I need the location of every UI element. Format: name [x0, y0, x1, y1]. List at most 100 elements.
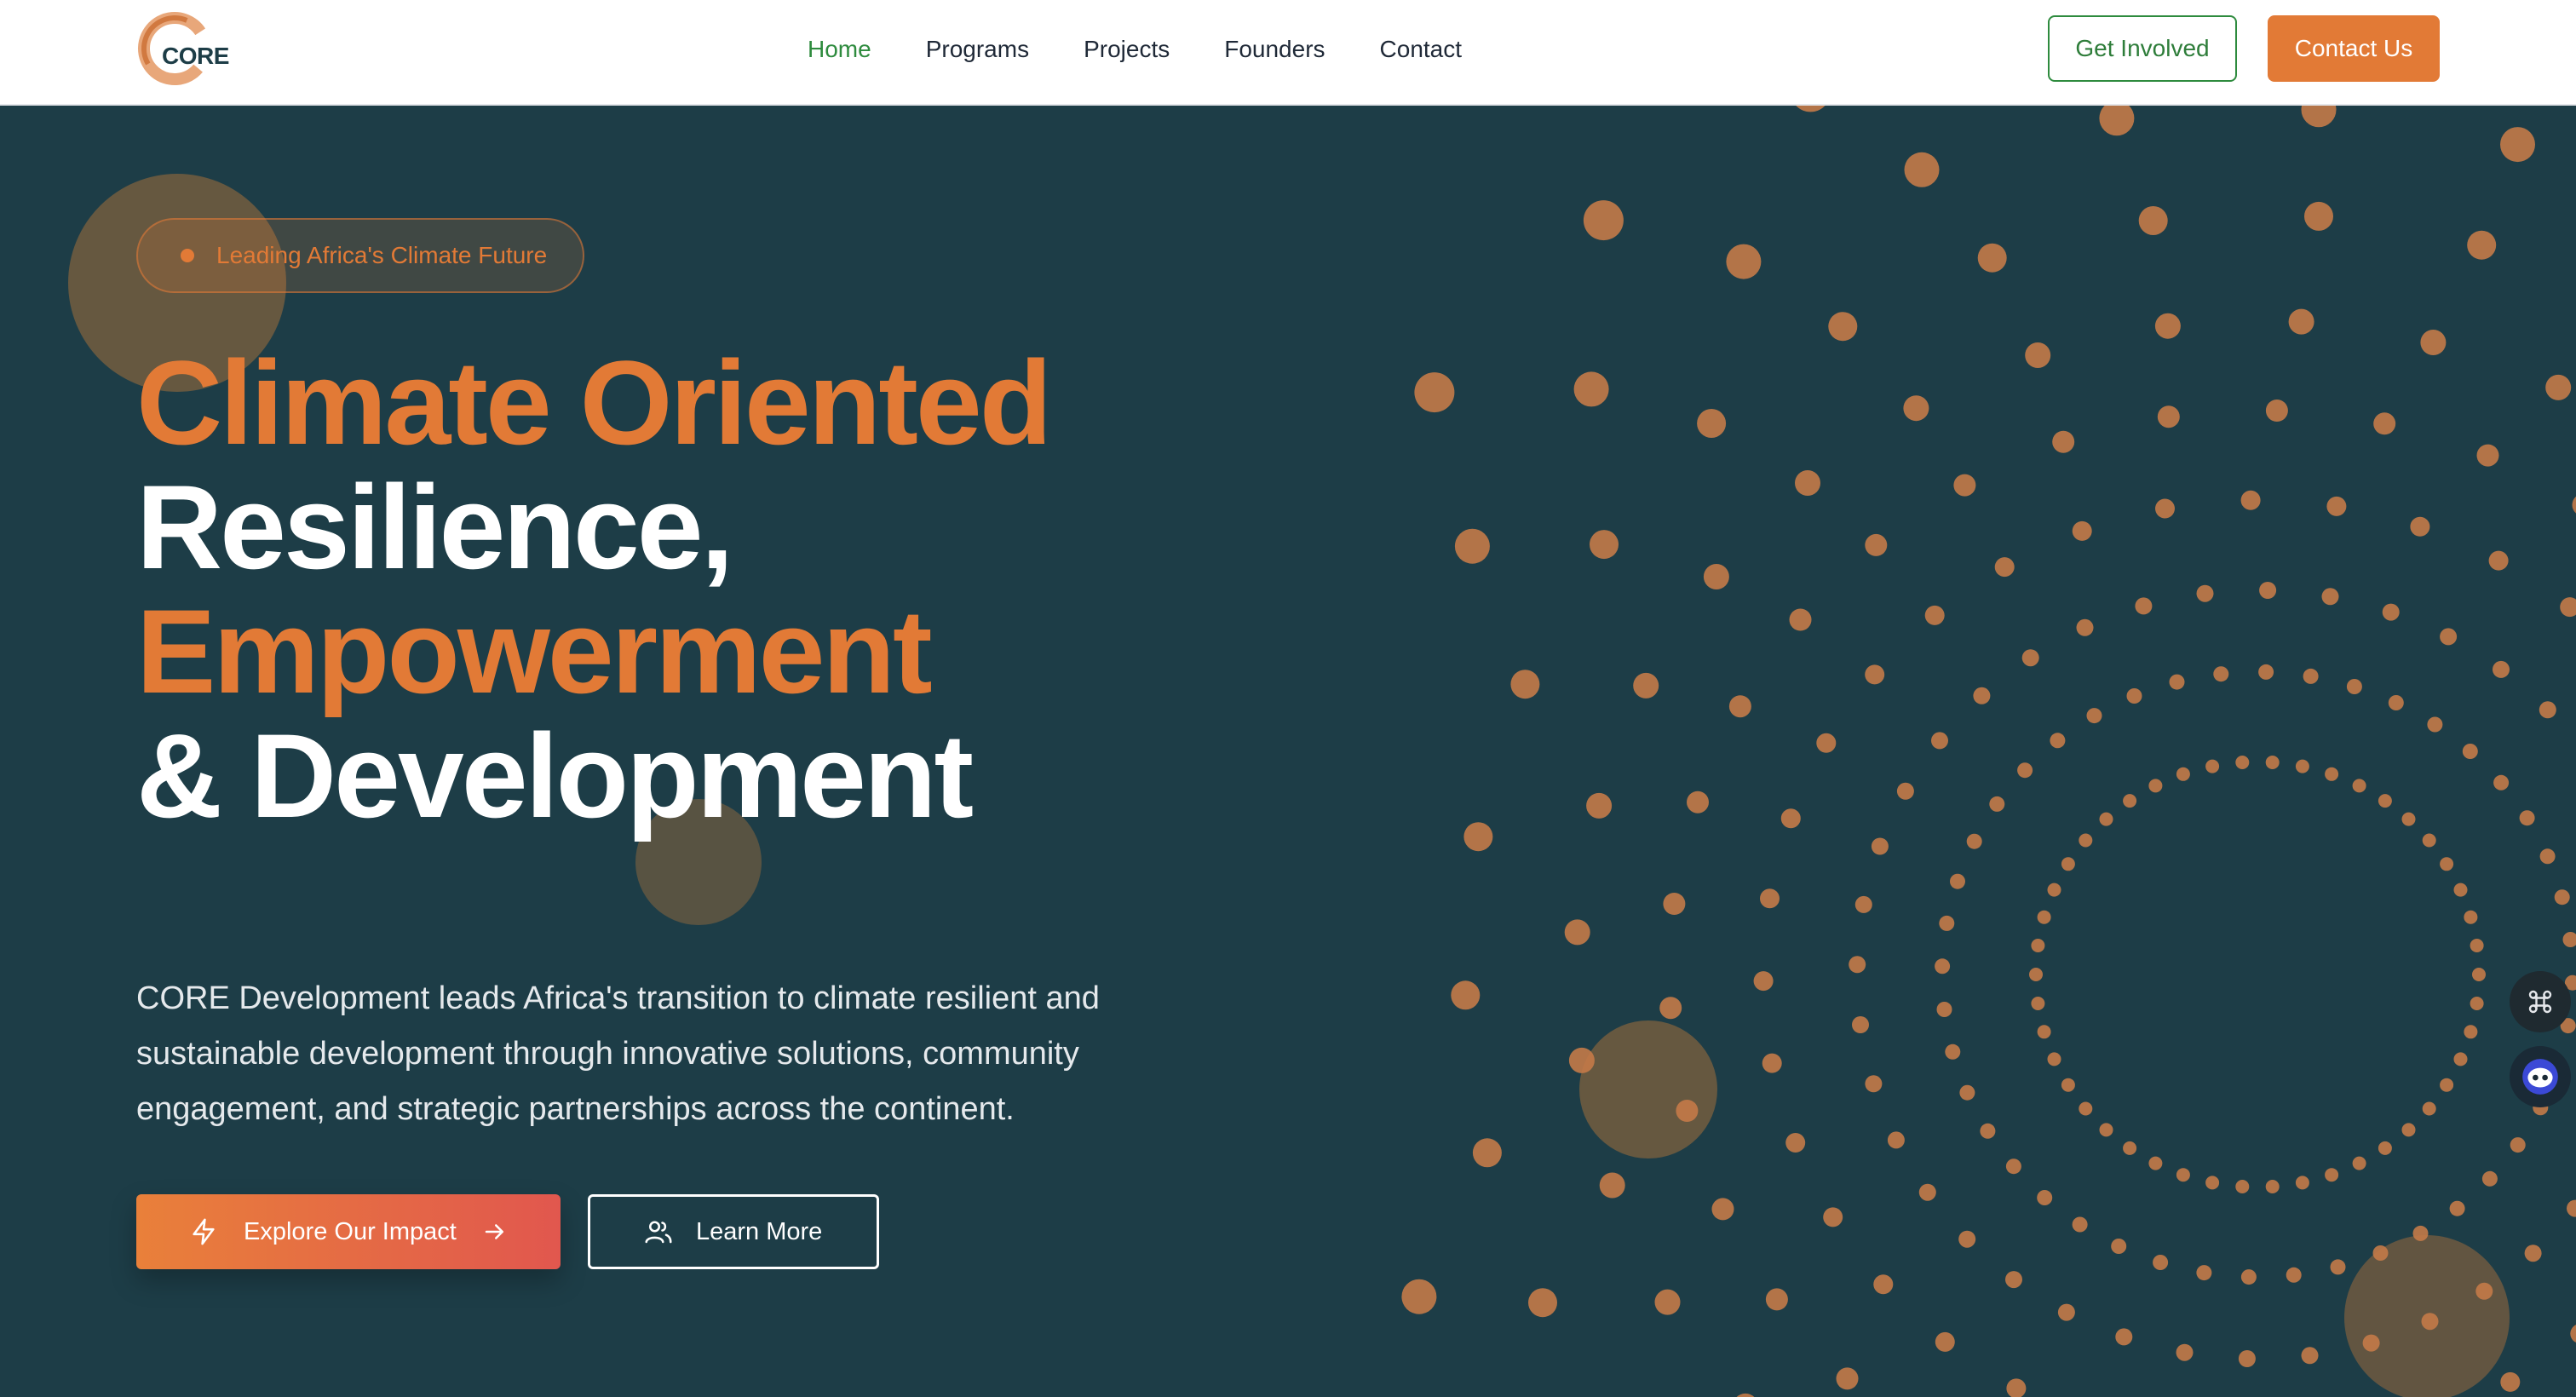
pattern-dot	[2135, 597, 2153, 615]
pattern-dot	[2500, 1371, 2521, 1392]
lightning-icon	[193, 1218, 215, 1245]
pattern-dot	[1568, 1047, 1595, 1073]
nav-projects[interactable]: Projects	[1084, 32, 1170, 66]
pattern-dot	[2061, 857, 2075, 871]
pattern-dot	[2238, 1350, 2256, 1367]
pattern-dot	[1887, 1131, 1905, 1149]
pattern-dot	[2115, 1328, 2133, 1346]
get-involved-button[interactable]: Get Involved	[2048, 15, 2237, 82]
pattern-dot	[2205, 759, 2220, 773]
pattern-dot	[2148, 1156, 2163, 1170]
pattern-dot	[1573, 371, 1609, 407]
pattern-dot	[1789, 608, 1812, 631]
nav-contact[interactable]: Contact	[1380, 32, 1463, 66]
pattern-dot	[2061, 1078, 2075, 1092]
pattern-dot	[2378, 794, 2392, 808]
pattern-dot	[2500, 127, 2535, 163]
pattern-dot	[2560, 597, 2576, 618]
pattern-dot	[2453, 1052, 2468, 1066]
pattern-dot	[1760, 888, 1780, 909]
headline-line-2: Resilience,	[136, 460, 734, 594]
pattern-dot	[2047, 882, 2061, 897]
pattern-dot	[2153, 1255, 2169, 1270]
command-button[interactable]	[2510, 971, 2571, 1032]
pattern-dot	[2072, 1216, 2088, 1233]
pattern-dot	[1865, 533, 1888, 556]
pattern-dot	[2155, 498, 2175, 519]
pattern-dot	[2176, 1343, 2194, 1361]
pattern-dot	[2462, 744, 2478, 759]
pattern-dot	[1726, 244, 1762, 279]
pattern-dot	[1828, 312, 1858, 342]
pattern-dot	[1687, 790, 1709, 813]
pattern-dot	[1966, 833, 1982, 849]
pattern-dot	[2572, 496, 2576, 514]
pattern-dot	[1463, 822, 1493, 852]
pattern-dot	[2401, 812, 2416, 826]
pattern-dot	[2388, 695, 2404, 710]
pattern-dot	[2037, 910, 2051, 924]
pattern-dot	[2475, 1282, 2493, 1300]
headline-line-1: Climate Oriented	[136, 336, 1052, 469]
pattern-dot	[1510, 670, 1540, 699]
chat-bot-button[interactable]	[2510, 1046, 2571, 1107]
pattern-dot	[2362, 1334, 2380, 1352]
nav-home[interactable]: Home	[808, 32, 871, 66]
nav-programs[interactable]: Programs	[926, 32, 1029, 66]
pattern-dot	[1451, 980, 1481, 1010]
headline-line-3: Empowerment	[136, 584, 933, 718]
pattern-dot	[2303, 668, 2319, 684]
core-logo[interactable]: CORE	[136, 10, 230, 90]
pattern-dot	[2295, 1176, 2309, 1190]
pattern-dot	[2005, 1158, 2021, 1175]
pattern-dot	[2099, 1123, 2113, 1137]
learn-more-button[interactable]: Learn More	[588, 1194, 879, 1269]
pattern-dot	[2539, 848, 2556, 865]
pattern-dot	[1945, 1043, 1961, 1060]
contact-us-button[interactable]: Contact Us	[2268, 15, 2440, 82]
pattern-dot	[2050, 733, 2066, 749]
pattern-dot	[1836, 1367, 1859, 1390]
pattern-dot	[2422, 1101, 2436, 1116]
pattern-dot	[1935, 1331, 1955, 1352]
pattern-dot	[2524, 1245, 2542, 1262]
pattern-dot	[2301, 106, 2337, 128]
pattern-dot	[1959, 1084, 1975, 1101]
explore-impact-button[interactable]: Explore Our Impact	[136, 1194, 561, 1269]
pattern-dot	[2037, 1190, 2053, 1205]
pattern-dot	[2373, 412, 2396, 435]
nav-founders[interactable]: Founders	[1224, 32, 1325, 66]
pattern-dot	[2086, 708, 2102, 724]
pattern-dot	[2196, 584, 2214, 602]
pattern-dot	[1564, 919, 1590, 946]
pattern-dot	[2410, 516, 2430, 537]
pattern-dot	[1401, 1279, 1437, 1314]
pattern-dot	[2176, 1168, 2190, 1182]
pattern-dot	[1935, 958, 1951, 974]
pattern-dot	[1728, 695, 1751, 718]
pattern-dot	[1871, 837, 1889, 855]
pattern-dot	[1659, 997, 1682, 1020]
pattern-dot	[1823, 1207, 1843, 1227]
hero-description: CORE Development leads Africa's transiti…	[136, 980, 1100, 1127]
hero-headline: Climate Oriented Resilience, Empowerment…	[136, 336, 1052, 838]
pattern-dot	[2440, 628, 2458, 646]
pattern-dot	[1936, 1002, 1952, 1017]
pattern-dot	[2123, 1141, 2137, 1155]
pattern-dot	[2295, 759, 2309, 773]
pattern-dot	[2021, 649, 2039, 667]
pattern-dot	[2493, 660, 2510, 678]
pattern-dot	[2235, 756, 2250, 769]
pattern-dot	[2157, 405, 2180, 428]
pattern-dot	[2567, 1199, 2576, 1217]
arrow-right-icon	[485, 1224, 503, 1239]
pattern-dot	[1873, 1274, 1894, 1295]
pattern-dot	[2352, 1156, 2366, 1170]
pattern-dot	[1583, 200, 1624, 241]
pattern-dot	[2240, 490, 2261, 510]
pattern-dot	[2453, 882, 2468, 897]
pattern-dot	[1633, 672, 1659, 698]
pattern-dot	[2057, 1303, 2075, 1321]
pattern-dot	[2470, 939, 2484, 952]
pattern-dot	[2079, 1101, 2093, 1116]
